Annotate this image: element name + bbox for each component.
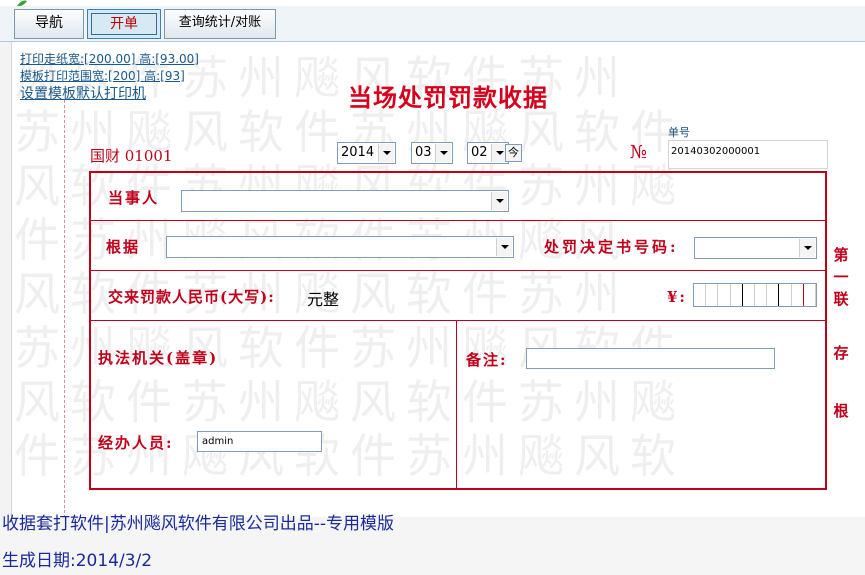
- decision-number-label: 处罚决定书号码:: [544, 238, 679, 256]
- chevron-down-icon: [378, 144, 394, 162]
- digit-cell: [767, 284, 780, 306]
- chevron-down-icon: [491, 192, 507, 210]
- basis-label: 根据: [106, 238, 141, 256]
- today-button[interactable]: 今: [505, 144, 522, 162]
- remark-field[interactable]: [526, 348, 775, 369]
- digit-cell: [779, 284, 792, 306]
- side-copy-label: 联: [833, 290, 849, 308]
- handler-label: 经办人员:: [98, 434, 174, 452]
- decision-number-select[interactable]: [694, 237, 817, 259]
- basis-select[interactable]: [166, 236, 514, 258]
- digit-cell: [706, 284, 719, 306]
- digit-cell: [792, 284, 804, 306]
- month-select[interactable]: 03: [411, 142, 453, 164]
- template-range-link[interactable]: 模板打印范围宽:[200] 高:[93]: [20, 67, 185, 84]
- side-copy-label: 存: [833, 344, 849, 362]
- digit-cell: [718, 284, 731, 306]
- footer-date: 生成日期:2014/3/2: [2, 551, 153, 571]
- digit-cell: [743, 284, 756, 306]
- year-select-value: 2014: [341, 145, 375, 160]
- party-select[interactable]: [181, 190, 509, 212]
- tab-bar-top-strip: [0, 0, 865, 6]
- handler-field[interactable]: admin: [197, 431, 322, 452]
- number-sign: №: [630, 142, 648, 163]
- guocai-code: 国财 01001: [90, 147, 173, 165]
- receipt-window: 导航 开单 查询统计/对账 风软件苏州飚风软件苏州 苏州飚风软件苏州飚风软件 风…: [0, 0, 865, 575]
- leaf-icon: [17, 0, 27, 7]
- amount-label: 交来罚款人民币(大写):: [108, 288, 275, 306]
- column-divider: [456, 320, 457, 490]
- tab-bar: 导航 开单 查询统计/对账: [0, 0, 865, 42]
- row-divider: [89, 220, 827, 221]
- set-default-printer-link[interactable]: 设置模板默认打印机: [20, 83, 146, 103]
- left-gutter: [0, 42, 12, 517]
- yen-label: ¥:: [667, 288, 687, 306]
- digit-cell: [731, 284, 743, 306]
- row-divider: [89, 320, 827, 321]
- footer-company: 收据套打软件|苏州飚风软件有限公司出品--专用模版: [2, 514, 394, 534]
- chevron-down-icon: [435, 144, 451, 162]
- digit-cell: [694, 284, 707, 306]
- side-copy-label: 一: [833, 268, 849, 286]
- year-select[interactable]: 2014: [337, 142, 396, 164]
- side-copy-label: 根: [833, 402, 849, 420]
- serial-label: 单号: [668, 126, 690, 139]
- chevron-down-icon: [799, 239, 815, 257]
- side-copy-label: 第: [833, 246, 849, 264]
- agency-label: 执法机关(盖章): [98, 349, 219, 367]
- amount-digits-field[interactable]: [693, 283, 817, 307]
- print-offset-link[interactable]: 打印走纸宽:[200.00] 高:[93.00]: [20, 50, 199, 67]
- digit-cell: [755, 284, 768, 306]
- chevron-down-icon: [496, 238, 512, 256]
- digit-cell: [804, 284, 817, 306]
- tab-query-stats[interactable]: 查询统计/对账: [164, 9, 276, 39]
- amount-suffix: 元整: [307, 290, 340, 309]
- remark-label: 备注:: [466, 351, 508, 369]
- tab-open-receipt[interactable]: 开单: [87, 9, 161, 39]
- day-select-value: 02: [471, 145, 488, 160]
- day-select[interactable]: 02: [467, 142, 509, 164]
- receipt-title: 当场处罚罚款收据: [348, 83, 548, 112]
- party-label: 当事人: [108, 189, 160, 207]
- row-divider: [89, 270, 827, 271]
- tab-nav[interactable]: 导航: [14, 9, 84, 39]
- serial-number-field[interactable]: 20140302000001: [668, 140, 828, 169]
- cut-dashed-line: [64, 100, 65, 518]
- tab-open-receipt-label: 开单: [91, 13, 157, 35]
- month-select-value: 03: [415, 145, 432, 160]
